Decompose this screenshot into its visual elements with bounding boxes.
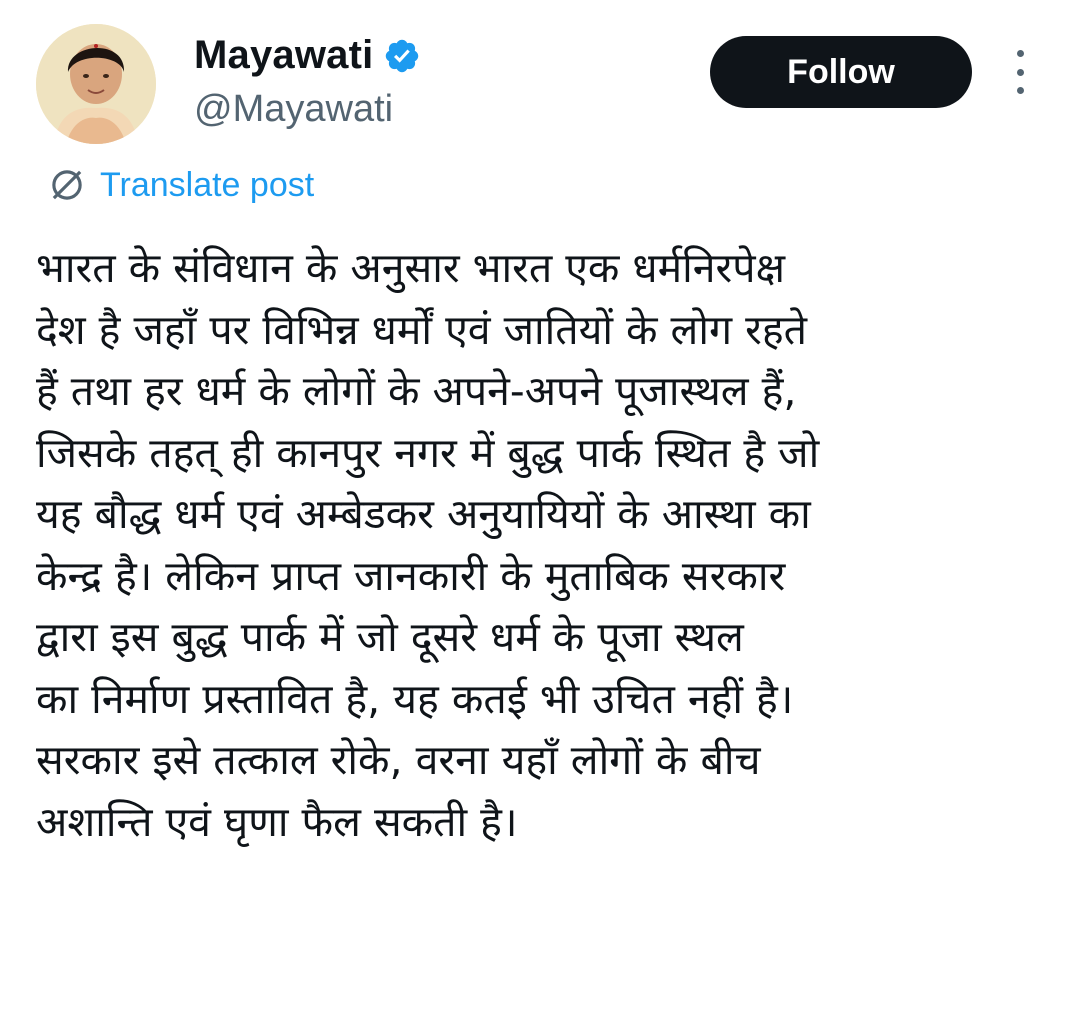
verified-badge-icon[interactable] (383, 37, 421, 75)
tweet-text-line: देश है जहाँ पर विभिन्न धर्मों एवं जातियो… (36, 305, 807, 354)
avatar[interactable] (36, 24, 156, 144)
tweet-text-line: भारत के संविधान के अनुसार भारत एक धर्मनि… (36, 244, 785, 292)
translate-post-link[interactable]: Translate post (46, 163, 314, 207)
tweet-text-line: का निर्माण प्रस्तावित है, यह कतई भी उचित… (36, 674, 794, 723)
tweet-text-line: यह बौद्ध धर्म एवं अम्बेडकर अनुयायियों के… (36, 490, 811, 538)
tweet-text-line: केन्द्र है। लेकिन प्राप्त जानकारी के मुत… (36, 551, 786, 600)
tweet-text-line: जिसके तहत् ही कानपुर नगर में बुद्ध पार्क… (36, 428, 820, 477)
follow-button[interactable]: Follow (710, 36, 972, 108)
display-name-row: Mayawati (194, 30, 421, 80)
author-info: Mayawati @Mayawati (194, 30, 421, 131)
tweet-header: Mayawati @Mayawati Follow (36, 24, 1044, 154)
globe-icon (46, 164, 88, 206)
tweet-text-line: द्वारा इस बुद्ध पार्क में जो दूसरे धर्म … (36, 613, 744, 661)
author-display-name[interactable]: Mayawati (194, 33, 373, 78)
tweet-text-line: अशान्ति एवं घृणा फैल सकती है। (36, 797, 518, 846)
avatar-photo (36, 24, 156, 144)
tweet-text-line: सरकार इसे तत्काल रोके, वरना यहाँ लोगों क… (36, 736, 761, 784)
author-handle[interactable]: @Mayawati (194, 88, 421, 131)
tweet-text: भारत के संविधान के अनुसार भारत एक धर्मनि… (36, 238, 1046, 853)
translate-post-label[interactable]: Translate post (100, 166, 314, 205)
more-vertical-icon[interactable] (1006, 50, 1034, 94)
tweet-text-line: हैं तथा हर धर्म के लोगों के अपने-अपने पू… (36, 367, 797, 415)
